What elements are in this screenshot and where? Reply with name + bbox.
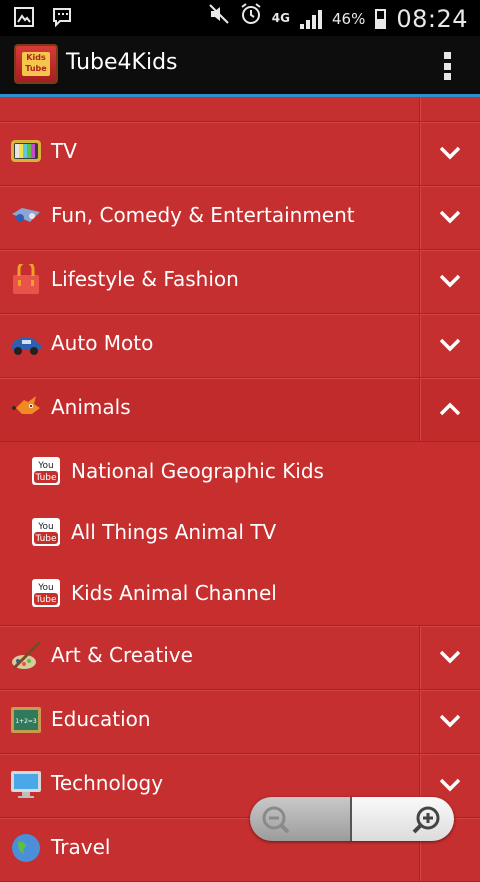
category-list: TV Fun, Comedy & Entertainment Lifestyle… — [0, 97, 480, 882]
category-label: Animals — [51, 395, 131, 419]
mute-icon — [208, 3, 230, 34]
battery-percent: 46% — [331, 9, 366, 28]
alarm-icon — [240, 3, 262, 34]
expand-button[interactable] — [419, 314, 480, 377]
category-lifestyle[interactable]: Lifestyle & Fashion — [0, 250, 480, 314]
tv-icon — [11, 140, 41, 162]
fox-icon — [12, 396, 40, 414]
fun-icon — [12, 208, 40, 222]
chevron-down-icon — [439, 714, 461, 728]
channel-label: National Geographic Kids — [71, 459, 324, 483]
chevron-down-icon — [439, 338, 461, 352]
zoom-out-button[interactable] — [250, 797, 351, 841]
car-icon — [11, 338, 41, 355]
clock: 08:24 — [396, 4, 468, 33]
youtube-icon: You Tube — [32, 518, 60, 546]
expand-button[interactable] — [419, 122, 480, 185]
expand-button[interactable] — [419, 626, 480, 689]
zoom-out-icon — [262, 806, 290, 834]
message-icon — [52, 7, 72, 36]
svg-text:You: You — [37, 583, 54, 593]
category-label: Technology — [51, 771, 164, 795]
app-title: Tube4Kids — [66, 50, 178, 75]
bag-icon — [13, 264, 39, 294]
zoom-in-button[interactable] — [350, 797, 454, 841]
youtube-icon: You Tube — [32, 579, 60, 607]
category-label: Lifestyle & Fashion — [51, 267, 239, 291]
category-education[interactable]: 1+2=3 Education — [0, 690, 480, 754]
category-label: Auto Moto — [51, 331, 154, 355]
chevron-down-icon — [439, 146, 461, 160]
category-tv[interactable]: TV — [0, 122, 480, 186]
expand-button[interactable] — [419, 690, 480, 753]
category-auto-moto[interactable]: Auto Moto — [0, 314, 480, 378]
channel-label: Kids Animal Channel — [71, 581, 277, 605]
svg-text:1+2=3: 1+2=3 — [15, 718, 37, 725]
channel-item[interactable]: You Tube Kids Animal Channel — [0, 564, 480, 625]
list-item-partial[interactable] — [0, 97, 480, 122]
svg-text:Tube: Tube — [34, 595, 57, 605]
channel-label: All Things Animal TV — [71, 520, 277, 544]
svg-text:Tube: Tube — [34, 473, 57, 483]
category-animals[interactable]: Animals — [0, 378, 480, 442]
overflow-menu-icon[interactable] — [444, 52, 452, 80]
category-label: TV — [51, 139, 77, 163]
channel-item[interactable]: You Tube All Things Animal TV — [0, 503, 480, 564]
svg-text:Tube: Tube — [34, 534, 57, 544]
collapse-button[interactable] — [419, 378, 480, 441]
chalkboard-icon: 1+2=3 — [11, 707, 41, 733]
chevron-up-icon — [439, 402, 461, 416]
logo-text-tube: Tube — [25, 64, 47, 73]
category-label: Fun, Comedy & Entertainment — [51, 203, 355, 227]
chevron-down-icon — [439, 650, 461, 664]
category-label: Art & Creative — [51, 643, 193, 667]
zoom-controls — [250, 797, 454, 841]
status-bar: 4G 46% 08:24 — [0, 0, 480, 36]
zoom-in-icon — [412, 806, 440, 834]
brush-icon — [12, 640, 42, 670]
network-type: 4G — [271, 11, 290, 25]
svg-text:You: You — [37, 522, 54, 532]
row-expand-button[interactable] — [419, 97, 480, 121]
expand-button[interactable] — [419, 250, 480, 313]
channel-item[interactable]: You Tube National Geographic Kids — [0, 442, 480, 503]
app-bar: Kids Tube Tube4Kids — [0, 36, 480, 97]
monitor-icon — [11, 771, 41, 798]
chevron-down-icon — [439, 210, 461, 224]
category-label: Travel — [51, 835, 111, 859]
image-icon — [14, 7, 34, 36]
chevron-down-icon — [439, 274, 461, 288]
app-logo[interactable]: Kids Tube — [14, 44, 58, 84]
animals-channel-list: You Tube National Geographic Kids You Tube… — [0, 442, 480, 626]
category-fun[interactable]: Fun, Comedy & Entertainment — [0, 186, 480, 250]
svg-text:You: You — [37, 461, 54, 471]
category-art[interactable]: Art & Creative — [0, 626, 480, 690]
expand-button[interactable] — [419, 186, 480, 249]
battery-icon — [375, 8, 387, 29]
chevron-down-icon — [439, 778, 461, 792]
globe-icon — [12, 834, 40, 862]
category-label: Education — [51, 707, 151, 731]
signal-icon — [299, 9, 322, 29]
logo-text-kids: Kids — [26, 53, 46, 62]
youtube-icon: You Tube — [32, 457, 60, 485]
